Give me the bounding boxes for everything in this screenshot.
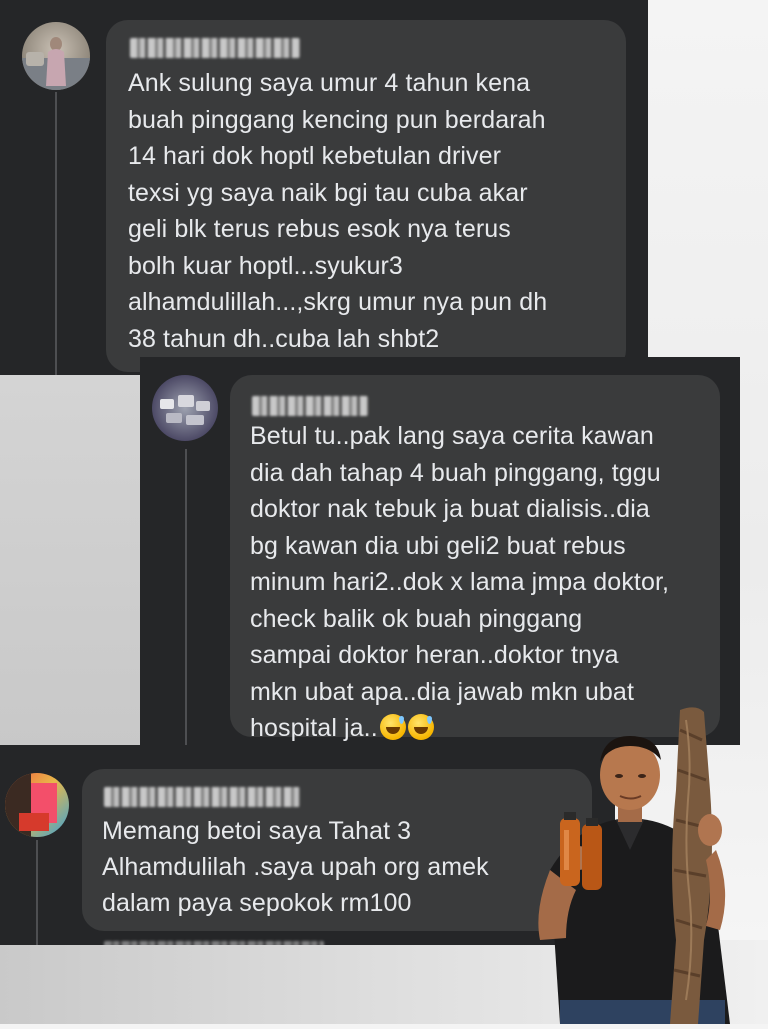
avatar[interactable] [152, 375, 218, 441]
commenter-name-redacted[interactable] [104, 787, 300, 807]
avatar[interactable] [22, 22, 90, 90]
reply-thread-line [55, 92, 57, 375]
comment-text: Betul tu..pak lang saya cerita kawan dia… [250, 418, 669, 745]
next-comment-name-redacted [104, 941, 324, 945]
background-gray-block [0, 375, 140, 755]
comment-panel-1: Ank sulung saya umur 4 tahun kena buah p… [0, 0, 648, 375]
grinning-sweat-emoji [407, 714, 434, 740]
avatar[interactable] [5, 773, 69, 837]
comment-text-body: Betul tu..pak lang saya cerita kawan dia… [250, 422, 670, 742]
man-with-root-photo [520, 700, 768, 1024]
comment-panel-2: Betul tu..pak lang saya cerita kawan dia… [140, 357, 740, 745]
commenter-name-redacted[interactable] [252, 396, 368, 416]
comment-text: Memang betoi saya Tahat 3 Alhamdulilah .… [102, 817, 489, 917]
comment-text: Ank sulung saya umur 4 tahun kena buah p… [128, 69, 548, 353]
commenter-name-redacted[interactable] [130, 38, 300, 58]
reply-thread-line [36, 840, 38, 945]
reply-thread-line [185, 449, 187, 745]
grinning-sweat-emoji [379, 714, 406, 740]
